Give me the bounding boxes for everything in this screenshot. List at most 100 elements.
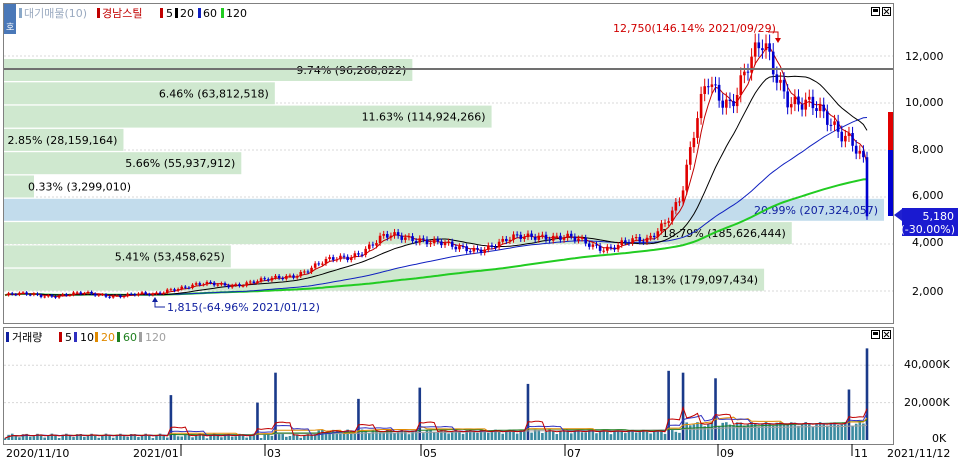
volume-bar [847,389,851,440]
candle-body [714,84,717,86]
volume-bar [634,432,638,440]
legend-ma60: 60 [203,7,217,20]
volume-bar [259,438,263,440]
volume-bar [230,436,234,440]
candle-body [735,94,739,107]
candle-body [746,71,750,73]
volume-bar [768,423,771,440]
current-price-label: 5,180 [923,210,955,223]
candle-body [505,238,508,242]
candle-body [551,235,555,241]
volume-bar [800,423,804,440]
volume-bar [566,431,569,440]
candle-body [638,237,642,242]
candle-body [591,244,595,247]
volume-bar [797,425,800,440]
candle-body [826,111,829,125]
candle-body [807,96,811,100]
volume-bar [476,432,479,440]
candle-body [65,294,68,296]
candle-body [411,236,414,242]
volume-legend: 거래량 5 10 20 60 120 [6,331,166,344]
candle-body [461,246,465,248]
legend-ma5: 5 [166,7,173,20]
candle-body [670,210,674,222]
volume-bar [501,433,505,440]
legend-marker-ma20 [175,8,178,18]
vol-legend-marker-ma60 [117,332,120,342]
candle-body [79,292,83,295]
candle-body [21,292,25,294]
volume-bar [707,423,710,440]
candle-body [836,121,840,132]
candle-body [342,255,346,257]
candle-body [508,239,512,242]
current-price-bar-up [888,112,893,150]
volume-bar [710,422,714,440]
candle-body [652,235,656,238]
candle-body [858,150,862,154]
volume-bar [703,426,706,440]
candle-body [382,234,386,236]
volume-bar [858,422,862,440]
volume-bar [595,433,598,440]
current-price-bar-down [888,150,893,216]
candle-body [75,292,79,294]
volume-bar [530,432,533,440]
volume-bar [793,422,797,440]
low-annotation-arrowhead [152,297,158,302]
candle-body [324,258,328,264]
volume-bar [620,431,624,440]
legend-marker-ma60 [198,8,201,18]
candle-body [732,101,735,107]
candle-body [620,240,624,245]
volume-bar [140,435,144,440]
candle-body [786,91,789,108]
vol-legend-ma10: 10 [80,331,94,344]
vol-legend-ma20: 20 [101,331,115,344]
volume-bar [299,437,303,440]
candle-body [54,296,57,298]
volume-bar [137,437,140,440]
candle-body [198,283,202,285]
volume-bar [750,422,753,440]
price-tick-12000: 12,000 [905,50,944,63]
volume-bar [57,438,61,440]
candle-body [378,235,382,243]
candle-body [562,237,566,240]
candle-body [425,239,429,245]
candle-body [126,293,129,297]
volume-bar [505,431,508,440]
volume-maximize-icon [873,332,878,335]
candle-body [660,223,663,232]
volume-bar [638,432,642,440]
volume-bar [382,432,386,440]
volume-bar [613,430,616,440]
candle-body [259,278,263,282]
candle-body [339,255,342,260]
vol-legend-prefix: 거래량 [12,331,42,344]
candle-body [303,271,306,273]
volume-bar [645,430,649,440]
candle-body [299,271,303,277]
candle-body [122,296,126,298]
candle-body [717,84,721,101]
volume-bar [829,422,833,440]
candle-body [14,294,18,296]
candle-body [216,284,220,286]
date-label-05: 05 [423,447,437,460]
legend-marker-prefix [19,8,22,18]
volume-bar [111,437,115,440]
candle-body [50,295,54,297]
candle-body [642,241,645,243]
candle-body [811,96,815,109]
legend-marker-ma5 [160,8,163,18]
candle-body [476,248,479,250]
candle-body [692,137,696,148]
volume-bar [321,429,324,440]
candle-body [285,275,288,279]
candle-body [587,243,591,247]
candle-body [191,284,194,288]
stock-chart[interactable]: 9.74% (96,268,822) 6.46% (63,812,518) 11.6… [0,0,958,462]
candle-body [750,56,753,73]
